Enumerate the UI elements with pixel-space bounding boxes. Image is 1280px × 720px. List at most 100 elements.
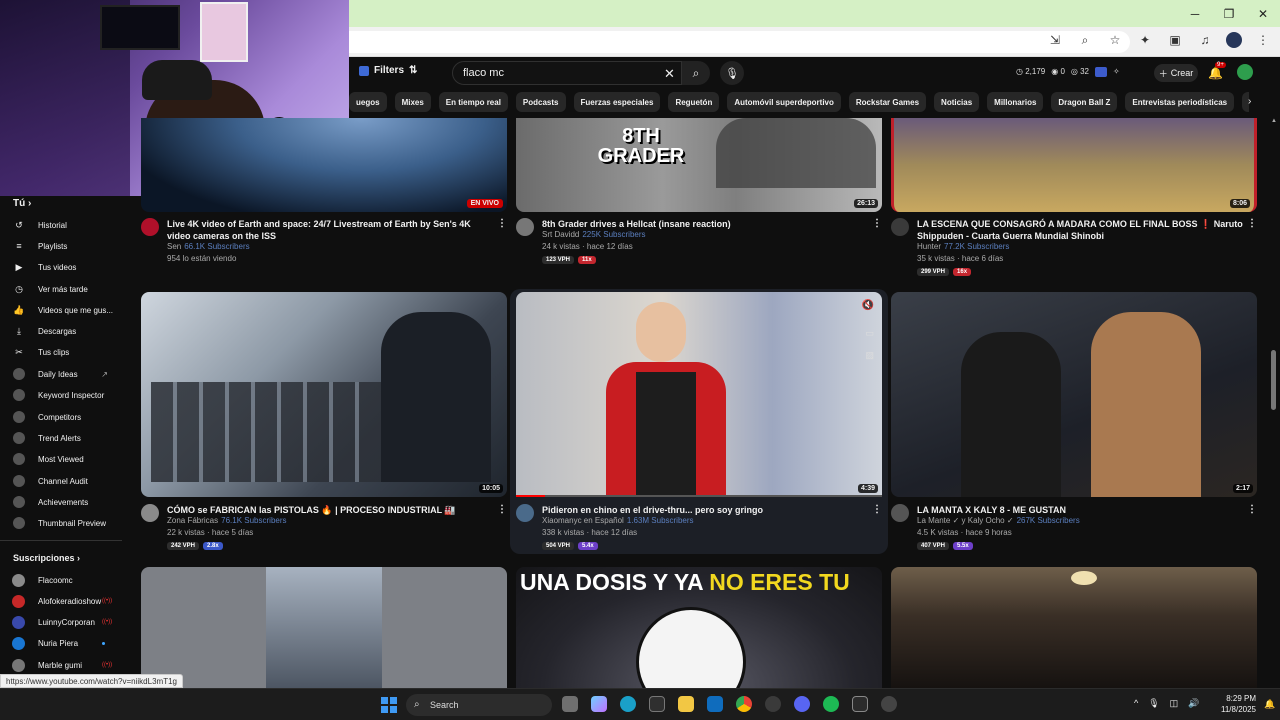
subscription-item-0[interactable]: Flacoomc xyxy=(0,570,122,590)
channel-name[interactable]: Hunter xyxy=(917,242,941,251)
chip-1[interactable]: Mixes xyxy=(394,92,431,112)
chip-10[interactable]: Dragon Ball Z xyxy=(1051,92,1118,112)
rocket-icon[interactable]: ✧ xyxy=(1113,67,1120,77)
sidebar-item-2[interactable]: ▶ Tus videos xyxy=(0,257,122,277)
microphone-tray-icon[interactable]: 🎙 xyxy=(1148,698,1159,709)
browser-menu-icon[interactable]: ⋮ xyxy=(1254,31,1272,49)
search-input[interactable]: flaco mc xyxy=(452,61,682,85)
discord-icon[interactable] xyxy=(794,696,810,712)
video-title[interactable]: 8th Grader drives a Hellcat (insane reac… xyxy=(542,218,868,230)
sidebar-item-3[interactable]: ◷ Ver más tarde xyxy=(0,279,122,299)
media-icon[interactable]: ♫ xyxy=(1196,31,1214,49)
notifications-bell-icon[interactable]: 🔔 xyxy=(1208,66,1223,80)
taskbar-clock[interactable]: 8:29 PM 11/8/2025 xyxy=(1212,693,1256,715)
video-menu-icon[interactable]: ⋮ xyxy=(497,504,507,515)
chip-11[interactable]: Entrevistas periodísticas xyxy=(1125,92,1235,112)
video-thumbnail-8[interactable]: UNA DOSIS Y YA NO ERES TU xyxy=(516,567,882,688)
subscription-item-3[interactable]: Nuria Piera xyxy=(0,633,122,653)
sidebar-item-1[interactable]: ≡ Playlists xyxy=(0,236,122,256)
obs-icon[interactable] xyxy=(765,696,781,712)
outlook-icon[interactable] xyxy=(707,696,723,712)
close-window-button[interactable]: ✕ xyxy=(1246,0,1280,27)
channel-avatar[interactable] xyxy=(141,504,159,522)
sidebar-item-10[interactable]: Trend Alerts xyxy=(0,428,122,448)
video-menu-icon[interactable]: ⋮ xyxy=(1247,504,1257,515)
chip-6[interactable]: Automóvil superdeportivo xyxy=(727,92,841,112)
sidebar-item-9[interactable]: Competitors xyxy=(0,407,122,427)
vidiq-icon[interactable] xyxy=(1095,67,1107,77)
chip-5[interactable]: Reguetón xyxy=(668,92,720,112)
copilot-icon[interactable] xyxy=(591,696,607,712)
voice-search-button[interactable]: 🎙 xyxy=(720,61,744,85)
channel-avatar[interactable] xyxy=(516,504,534,522)
sidebar-item-5[interactable]: ⤓ Descargas xyxy=(0,321,122,341)
video-menu-icon[interactable]: ⋮ xyxy=(872,504,882,515)
page-scrollbar[interactable] xyxy=(1271,350,1276,410)
filters-button[interactable]: Filters ⇅ xyxy=(359,65,417,76)
channel-name[interactable]: Zona Fábricas xyxy=(167,516,218,525)
chip-8[interactable]: Noticias xyxy=(934,92,980,112)
video-thumbnail-2[interactable]: 8TH GRADER 26:13 xyxy=(516,118,882,212)
restore-button[interactable]: ❐ xyxy=(1212,0,1246,27)
chips-next-arrow-icon[interactable]: › xyxy=(1248,96,1251,107)
terminal-icon[interactable] xyxy=(852,696,868,712)
app-icon[interactable] xyxy=(881,696,897,712)
video-title[interactable]: Live 4K video of Earth and space: 24/7 L… xyxy=(167,218,493,242)
create-button[interactable]: ＋ Crear xyxy=(1154,64,1198,82)
sidebar-item-6[interactable]: ✂ Tus clips xyxy=(0,342,122,362)
notification-center-icon[interactable]: 🔔 xyxy=(1264,699,1275,710)
sidepanel-icon[interactable]: ▣ xyxy=(1166,31,1184,49)
picture-icon[interactable]: ▨ xyxy=(865,350,874,361)
taskbar-search[interactable]: ⌕ Search xyxy=(406,694,552,716)
video-title[interactable]: CÓMO se FABRICAN las PISTOLAS 🔥 | PROCES… xyxy=(167,504,493,516)
chip-0[interactable]: uegos xyxy=(349,92,387,112)
extensions-icon[interactable]: ✦ xyxy=(1136,31,1154,49)
minimize-button[interactable]: ─ xyxy=(1178,0,1212,27)
channel-name[interactable]: Srt Davidd xyxy=(542,230,579,239)
channel-name[interactable]: Sen xyxy=(167,242,181,251)
chip-2[interactable]: En tiempo real xyxy=(438,92,508,112)
edge-icon[interactable] xyxy=(620,696,636,712)
video-title[interactable]: Pidieron en chino en el drive-thru... pe… xyxy=(542,504,868,516)
bookmark-star-icon[interactable]: ☆ xyxy=(1106,31,1124,49)
sidebar-item-13[interactable]: Achievements xyxy=(0,492,122,512)
video-menu-icon[interactable]: ⋮ xyxy=(872,218,882,229)
chip-4[interactable]: Fuerzas especiales xyxy=(573,92,661,112)
video-thumbnail-9[interactable] xyxy=(891,567,1257,688)
video-menu-icon[interactable]: ⋮ xyxy=(1247,218,1257,229)
subscription-item-4[interactable]: Marble gumi ((•)) xyxy=(0,655,122,675)
tray-overflow-icon[interactable]: ^ xyxy=(1134,698,1138,709)
chip-3[interactable]: Podcasts xyxy=(515,92,566,112)
video-thumbnail-1[interactable]: EN VIVO xyxy=(141,118,507,212)
video-menu-icon[interactable]: ⋮ xyxy=(497,218,507,229)
sidebar-item-12[interactable]: Channel Audit xyxy=(0,471,122,491)
channel-avatar[interactable] xyxy=(891,218,909,236)
store-icon[interactable] xyxy=(649,696,665,712)
address-field[interactable] xyxy=(330,31,1130,53)
subscription-item-2[interactable]: LuinnyCorporan ((•)) xyxy=(0,612,122,632)
captions-icon[interactable]: ▭ xyxy=(865,328,874,339)
account-avatar[interactable] xyxy=(1237,64,1253,80)
video-thumbnail-5[interactable]: 🔇 ▭ ▨ 4:39 xyxy=(516,292,882,497)
channel-avatar[interactable] xyxy=(891,504,909,522)
preview-progress-bar[interactable] xyxy=(516,495,882,497)
sidebar-item-8[interactable]: Keyword Inspector xyxy=(0,385,122,405)
sidebar-you-header[interactable]: Tú › xyxy=(13,198,31,209)
sidebar-item-0[interactable]: ↺ Historial xyxy=(0,215,122,235)
start-button[interactable] xyxy=(381,697,397,713)
video-thumbnail-6[interactable]: 2:17 xyxy=(891,292,1257,497)
profile-avatar-icon[interactable] xyxy=(1226,32,1242,48)
sidebar-item-11[interactable]: Most Viewed xyxy=(0,449,122,469)
video-thumbnail-7[interactable] xyxy=(141,567,507,688)
task-view-icon[interactable] xyxy=(562,696,578,712)
volume-icon[interactable]: 🔊 xyxy=(1188,698,1199,709)
sidebar-item-7[interactable]: Daily Ideas ↗ xyxy=(0,364,122,384)
zoom-icon[interactable]: ⌕ xyxy=(1076,31,1094,49)
chrome-icon[interactable] xyxy=(736,696,752,712)
subscription-item-1[interactable]: Alofokeradioshow ((•)) xyxy=(0,591,122,611)
subscriptions-header[interactable]: Suscripciones › xyxy=(13,553,80,563)
video-title[interactable]: LA MANTA X KALY 8 - ME GUSTAN xyxy=(917,504,1243,516)
network-icon[interactable]: ◫ xyxy=(1170,698,1179,709)
file-explorer-icon[interactable] xyxy=(678,696,694,712)
install-app-icon[interactable]: ⇲ xyxy=(1046,31,1064,49)
